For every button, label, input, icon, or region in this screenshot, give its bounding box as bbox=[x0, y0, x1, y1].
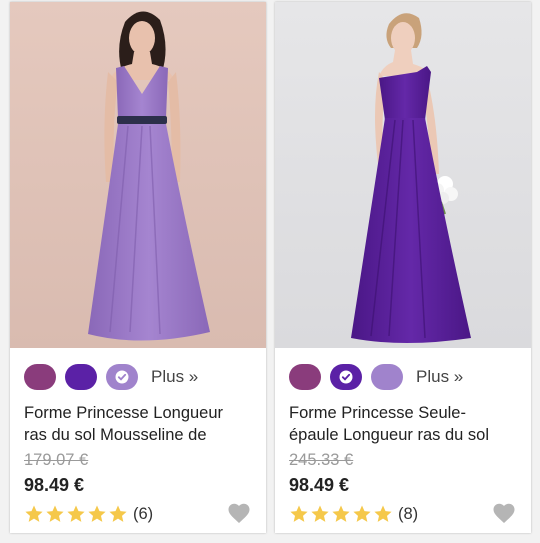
star-icon bbox=[67, 505, 85, 522]
original-price: 245.33 € bbox=[289, 451, 354, 469]
more-colors-link[interactable]: Plus » bbox=[416, 367, 463, 387]
color-swatch-lavender[interactable] bbox=[106, 364, 138, 390]
product-title-line: épaule Longueur ras du sol bbox=[289, 426, 489, 444]
product-title[interactable]: Forme Princesse Longueur ras du sol Mous… bbox=[24, 402, 256, 446]
heart-icon[interactable] bbox=[492, 502, 516, 524]
heart-icon[interactable] bbox=[227, 502, 251, 524]
checkmark-icon bbox=[330, 364, 362, 390]
star-icon bbox=[290, 505, 308, 522]
product-card[interactable]: Plus » Forme Princesse Longueur ras du s… bbox=[10, 2, 266, 533]
product-title-line: ras du sol Mousseline de bbox=[24, 426, 207, 444]
sale-price: 98.49 € bbox=[289, 475, 350, 495]
star-icon bbox=[332, 505, 350, 522]
rating: (8) bbox=[289, 504, 418, 524]
color-swatches: Plus » bbox=[24, 361, 198, 393]
star-icon bbox=[109, 505, 127, 522]
sale-price: 98.49 € bbox=[24, 475, 85, 495]
color-swatch-lavender[interactable] bbox=[371, 364, 403, 390]
color-swatch-purple[interactable] bbox=[65, 364, 97, 390]
star-icon bbox=[46, 505, 64, 522]
star-icon bbox=[311, 505, 329, 522]
color-swatch-plum[interactable] bbox=[289, 364, 321, 390]
more-colors-link[interactable]: Plus » bbox=[151, 367, 198, 387]
star-rating bbox=[24, 504, 129, 524]
product-image[interactable] bbox=[10, 2, 266, 348]
star-icon bbox=[374, 505, 392, 522]
product-card[interactable]: Plus » Forme Princesse Seule- épaule Lon… bbox=[275, 2, 531, 533]
star-icon bbox=[25, 505, 43, 522]
review-count: (6) bbox=[133, 504, 154, 523]
color-swatches: Plus » bbox=[289, 361, 463, 393]
checkmark-icon bbox=[106, 364, 138, 390]
star-rating bbox=[289, 504, 394, 524]
color-swatch-plum[interactable] bbox=[24, 364, 56, 390]
product-title-line: Forme Princesse Longueur bbox=[24, 404, 224, 422]
review-count: (8) bbox=[398, 504, 419, 523]
original-price: 179.07 € bbox=[24, 451, 89, 469]
rating: (6) bbox=[24, 504, 153, 524]
star-icon bbox=[353, 505, 371, 522]
product-image[interactable] bbox=[275, 2, 531, 348]
product-title[interactable]: Forme Princesse Seule- épaule Longueur r… bbox=[289, 402, 521, 446]
product-title-line: Forme Princesse Seule- bbox=[289, 404, 466, 422]
color-swatch-purple[interactable] bbox=[330, 364, 362, 390]
star-icon bbox=[88, 505, 106, 522]
